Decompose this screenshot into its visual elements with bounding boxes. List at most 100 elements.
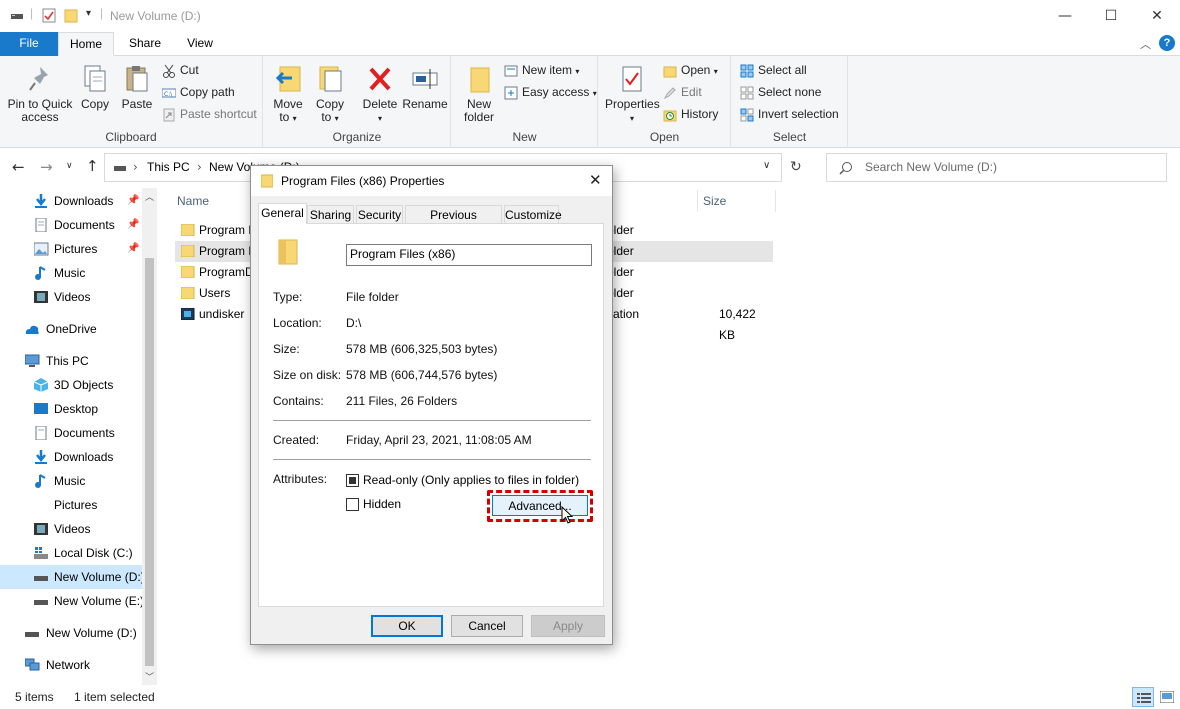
tab-home[interactable]: Home xyxy=(58,32,114,56)
new-folder-button[interactable]: New folder xyxy=(458,64,500,124)
customize-quick-access-icon[interactable]: ▾ xyxy=(86,8,91,19)
apply-button[interactable]: Apply xyxy=(531,615,605,637)
contains-value: 211 Files, 26 Folders xyxy=(346,394,458,408)
dialog-close-icon[interactable]: ✕ xyxy=(589,171,602,189)
select-none-button[interactable]: Select none xyxy=(740,83,821,101)
move-label-2: to xyxy=(279,110,290,124)
tab-share[interactable]: Share xyxy=(118,32,172,56)
rename-button[interactable]: Rename xyxy=(402,64,448,111)
tab-customize[interactable]: Customize xyxy=(504,205,562,224)
history-button[interactable]: History xyxy=(663,105,718,123)
properties-button[interactable]: Properties ▾ xyxy=(605,64,660,125)
paste-shortcut-label: Paste shortcut xyxy=(180,107,257,121)
read-only-checkbox[interactable] xyxy=(346,474,359,487)
open-button[interactable]: Open ▾ xyxy=(663,61,718,79)
nav-item-volume-d-root[interactable]: New Volume (D:) xyxy=(0,621,142,645)
nav-label: Pictures xyxy=(54,498,98,512)
copy-button[interactable]: Copy xyxy=(76,64,114,111)
new-item-button[interactable]: New item ▾ xyxy=(504,61,579,79)
nav-item-network[interactable]: Network xyxy=(0,653,142,677)
nav-item-pictures-pc[interactable]: Pictures xyxy=(0,493,142,517)
svg-text:C:\: C:\ xyxy=(164,91,173,98)
pin-icon[interactable]: 📌 xyxy=(127,237,139,261)
tab-view[interactable]: View xyxy=(176,32,224,56)
breadcrumb-this-pc[interactable]: This PC xyxy=(147,160,190,174)
copy-to-dropdown-icon: ▾ xyxy=(334,114,339,123)
delete-button[interactable]: Delete ▾ xyxy=(360,64,400,125)
move-to-icon xyxy=(275,66,301,92)
cancel-button[interactable]: Cancel xyxy=(451,615,523,637)
contains-label: Contains: xyxy=(273,394,324,408)
copy-to-button[interactable]: Copy to ▾ xyxy=(310,64,350,125)
column-header-name[interactable]: Name xyxy=(177,194,209,208)
nav-item-videos[interactable]: Videos xyxy=(0,285,142,309)
pin-icon[interactable]: 📌 xyxy=(127,213,139,237)
column-header-size[interactable]: Size xyxy=(703,194,726,208)
navigation-pane: Downloads 📌 Documents 📌 Pictures 📌 Music Vi… xyxy=(0,186,157,686)
nav-item-onedrive[interactable]: OneDrive xyxy=(0,317,142,341)
nav-item-downloads[interactable]: Downloads 📌 xyxy=(0,189,142,213)
pin-icon[interactable]: 📌 xyxy=(127,189,139,213)
back-arrow-icon[interactable]: ← xyxy=(12,158,25,176)
ok-button[interactable]: OK xyxy=(371,615,443,637)
paste-button[interactable]: Paste xyxy=(118,64,156,111)
recent-locations-icon[interactable]: ∨ xyxy=(66,161,73,171)
large-icons-view-icon xyxy=(1160,691,1174,703)
large-icons-view-button[interactable] xyxy=(1156,687,1178,707)
search-box[interactable]: Search New Volume (D:) xyxy=(826,153,1167,182)
maximize-button[interactable]: ☐ xyxy=(1088,0,1134,32)
search-placeholder: Search New Volume (D:) xyxy=(865,160,998,174)
nav-label: New Volume (D:) xyxy=(54,570,145,584)
scroll-up-icon[interactable]: ︿ xyxy=(145,190,154,203)
forward-arrow-icon[interactable]: → xyxy=(40,158,53,176)
address-dropdown-icon[interactable]: ∨ xyxy=(763,160,770,171)
up-arrow-icon[interactable]: ↑ xyxy=(86,157,99,175)
folder-name-input[interactable]: Program Files (x86) xyxy=(346,244,592,266)
nav-item-documents[interactable]: Documents 📌 xyxy=(0,213,142,237)
paste-shortcut-button[interactable]: Paste shortcut xyxy=(162,105,257,123)
invert-selection-button[interactable]: Invert selection xyxy=(740,105,839,123)
tab-previous-versions[interactable]: Previous Versions xyxy=(405,205,502,240)
nav-item-new-volume-d[interactable]: New Volume (D:) xyxy=(0,565,145,589)
easy-access-button[interactable]: Easy access ▾ xyxy=(504,83,597,101)
help-icon[interactable]: ? xyxy=(1159,35,1175,51)
select-all-button[interactable]: Select all xyxy=(740,61,807,79)
new-folder-quick-icon[interactable] xyxy=(64,8,78,23)
copy-path-button[interactable]: C:\ Copy path xyxy=(162,83,235,101)
nav-item-this-pc[interactable]: This PC xyxy=(0,349,142,373)
size-label: Size: xyxy=(273,342,300,356)
nav-item-videos-pc[interactable]: Videos xyxy=(0,517,142,541)
nav-item-downloads-pc[interactable]: Downloads xyxy=(0,445,142,469)
tab-sharing[interactable]: Sharing xyxy=(307,205,354,224)
scroll-down-icon[interactable]: ﹀ xyxy=(145,670,154,683)
minimize-button[interactable]: — xyxy=(1042,0,1088,32)
pin-to-quick-access-button[interactable]: Pin to Quick access xyxy=(4,64,76,124)
drive-icon xyxy=(34,576,48,581)
nav-item-desktop[interactable]: Desktop xyxy=(0,397,142,421)
nav-item-local-disk-c[interactable]: Local Disk (C:) xyxy=(0,541,142,565)
move-to-button[interactable]: Move to ▾ xyxy=(268,64,308,125)
size-on-disk-label: Size on disk: xyxy=(273,368,342,382)
nav-item-pictures[interactable]: Pictures 📌 xyxy=(0,237,142,261)
properties-quick-icon[interactable] xyxy=(42,8,56,23)
edit-button[interactable]: Edit xyxy=(663,83,702,101)
close-button[interactable]: ✕ xyxy=(1134,0,1180,32)
nav-item-new-volume-e[interactable]: New Volume (E:) xyxy=(0,589,144,613)
nav-scrollbar[interactable]: ︿ ﹀ xyxy=(142,188,157,685)
nav-item-documents-pc[interactable]: Documents xyxy=(0,421,142,445)
nav-item-music[interactable]: Music xyxy=(0,261,142,285)
tab-file[interactable]: File xyxy=(0,32,58,56)
scroll-thumb[interactable] xyxy=(145,258,154,666)
type-label: Type: xyxy=(273,290,303,304)
hidden-checkbox[interactable] xyxy=(346,498,359,511)
details-view-button[interactable] xyxy=(1132,687,1154,707)
tab-security[interactable]: Security xyxy=(356,205,403,224)
nav-item-3d-objects[interactable]: 3D Objects xyxy=(0,373,142,397)
clipboard-group: Pin to Quick access Copy Paste Cut C:\ Co… xyxy=(0,56,263,148)
refresh-icon[interactable]: ↻ xyxy=(790,159,802,175)
tab-general[interactable]: General xyxy=(258,203,307,224)
cut-button[interactable]: Cut xyxy=(162,61,199,79)
collapse-ribbon-icon[interactable]: ︿ xyxy=(1140,36,1151,52)
move-dropdown-icon: ▾ xyxy=(292,114,297,123)
nav-item-music-pc[interactable]: Music xyxy=(0,469,142,493)
